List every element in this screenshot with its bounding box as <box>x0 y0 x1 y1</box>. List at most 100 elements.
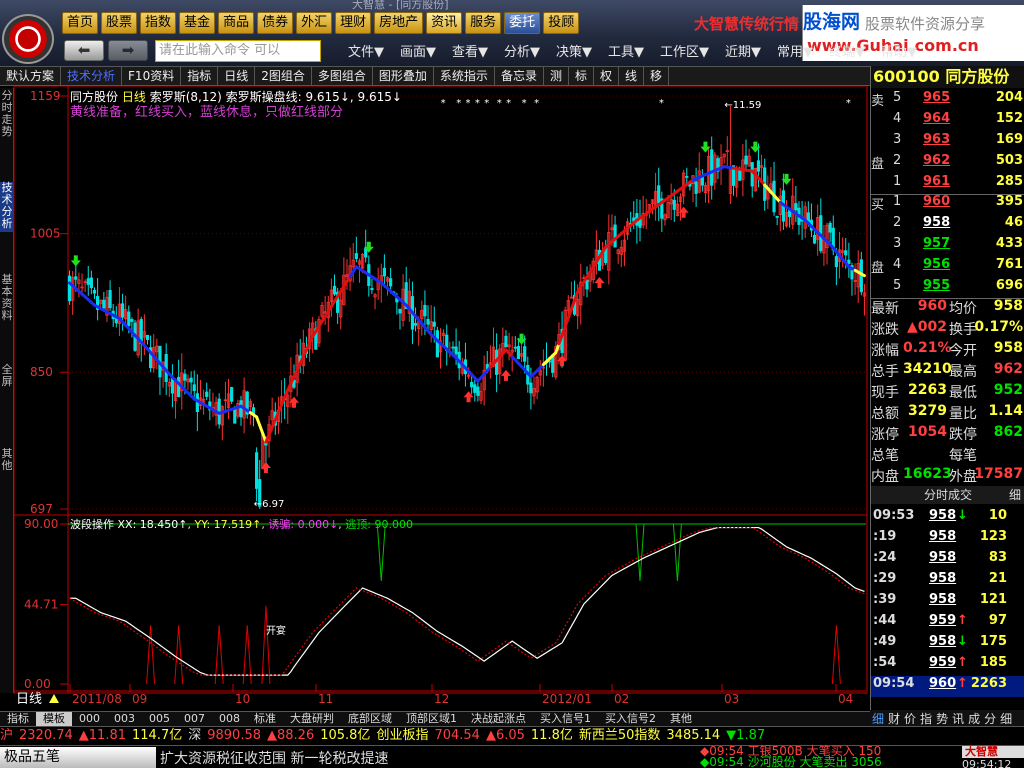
submenu-10[interactable]: 帮助▼ <box>881 41 917 60</box>
stat-value: 17587 <box>974 466 1023 482</box>
orderbook-level: 1 <box>893 174 902 189</box>
menu-0[interactable]: 首页 <box>62 12 99 34</box>
indicator-tab-8[interactable]: 大盘研判 <box>283 712 341 726</box>
toolbar-item-4[interactable]: 日线 <box>218 67 256 85</box>
indicator-tab-2[interactable]: 000 <box>72 712 107 726</box>
candle-body <box>672 199 676 210</box>
indicator-tab-0[interactable]: 指标 <box>0 712 36 726</box>
orderbook-price[interactable]: 963 <box>923 132 950 147</box>
toolbar-item-9[interactable]: 备忘录 <box>495 67 544 85</box>
ticks-fine-button[interactable]: 细 <box>1009 486 1021 504</box>
submenu-7[interactable]: 近期▼ <box>725 41 761 60</box>
menu-3[interactable]: 基金 <box>179 12 216 34</box>
toolbar-item-14[interactable]: 移 <box>644 67 670 85</box>
submenu-2[interactable]: 查看▼ <box>452 41 488 60</box>
menu-9[interactable]: 资讯 <box>426 12 463 34</box>
indicator-tab-7[interactable]: 标准 <box>247 712 283 726</box>
orderbook-row: 卖 5 965 204 <box>871 90 1024 111</box>
menu-2[interactable]: 指数 <box>140 12 177 34</box>
orderbook-price[interactable]: 965 <box>923 90 950 105</box>
menu-12[interactable]: 投顾 <box>543 12 580 34</box>
kline-chart[interactable]: 1159 1005 850 697 * * * * * * * * * * * ←11.59 ←6.97 90.0… <box>0 86 870 711</box>
indicator-tabs: 指标 模板 000 003 005 007 008 标准 大盘研判 底部区域 顶部区域1 决战起涨点买… <box>0 711 870 726</box>
quote-tab-0[interactable]: 细 <box>870 710 886 726</box>
orderbook-price[interactable]: 960 <box>923 194 950 209</box>
indicator-tab-12[interactable]: 买入信号1 <box>533 712 598 726</box>
indicator-tab-3[interactable]: 003 <box>107 712 142 726</box>
orderbook-price[interactable]: 964 <box>923 111 950 126</box>
left-tab-4[interactable]: 其他 <box>0 448 14 478</box>
tick-volume: 121 <box>979 592 1007 607</box>
submenu-4[interactable]: 决策▼ <box>556 41 592 60</box>
orderbook-volume: 761 <box>995 257 1023 272</box>
quote-tab-2[interactable]: 价 <box>902 710 918 726</box>
quote-tab-7[interactable]: 分 <box>982 710 998 726</box>
submenu-5[interactable]: 工具▼ <box>608 41 644 60</box>
app-logo-icon[interactable] <box>2 14 54 64</box>
candle-body <box>92 289 97 294</box>
menu-10[interactable]: 服务 <box>465 12 502 34</box>
orderbook-price[interactable]: 955 <box>923 278 950 293</box>
indicator-tab-6[interactable]: 008 <box>212 712 247 726</box>
menu-1[interactable]: 股票 <box>101 12 138 34</box>
orderbook-price[interactable]: 956 <box>923 257 950 272</box>
toolbar-item-12[interactable]: 权 <box>594 67 619 85</box>
forward-arrow-icon[interactable]: ➡ <box>108 40 148 61</box>
stock-code-name[interactable]: 600100 同方股份 <box>871 66 1024 88</box>
indicator-tab-5[interactable]: 007 <box>177 712 212 726</box>
toolbar-item-6[interactable]: 多图组合 <box>312 67 373 85</box>
menu-4[interactable]: 商品 <box>218 12 255 34</box>
news-headline[interactable]: 扩大资源税征收范围 新一轮税改提速 <box>160 748 388 768</box>
menu-5[interactable]: 债券 <box>257 12 294 34</box>
orderbook-price[interactable]: 961 <box>923 174 950 189</box>
command-input[interactable]: 请在此输入命令 可以 <box>155 40 321 62</box>
indicator-tab-1[interactable]: 模板 <box>36 712 72 726</box>
indicator-tab-10[interactable]: 顶部区域1 <box>399 712 464 726</box>
toolbar-item-10[interactable]: 测 <box>544 67 569 85</box>
left-tab-3[interactable]: 全屏 <box>0 364 14 400</box>
submenu-0[interactable]: 文件▼ <box>348 41 384 60</box>
toolbar-item-11[interactable]: 标 <box>569 67 594 85</box>
orderbook-price[interactable]: 958 <box>923 215 950 230</box>
watermark-site: 股海网 <box>803 11 861 33</box>
toolbar-item-1[interactable]: 技术分析 <box>61 67 123 85</box>
lure-spike <box>146 625 156 685</box>
menu-11[interactable]: 委托 <box>504 12 541 34</box>
quote-tab-5[interactable]: 讯 <box>950 710 966 726</box>
left-tab-1[interactable]: 技术分析 <box>0 182 14 232</box>
trade-alerts[interactable]: ◆09:54 工银500B 大笔买入 150 ◆09:54 沙河股份 大笔卖出 … <box>700 745 962 768</box>
submenu-8[interactable]: 常用▼ <box>777 41 813 60</box>
quote-tab-1[interactable]: 财 <box>886 710 902 726</box>
submenu-1[interactable]: 画面▼ <box>400 41 436 60</box>
quote-tab-8[interactable]: 细 <box>998 710 1014 726</box>
back-arrow-icon[interactable]: ⬅ <box>64 40 104 61</box>
indicator-tab-4[interactable]: 005 <box>142 712 177 726</box>
input-method-button[interactable]: 极品五笔 <box>0 747 156 768</box>
toolbar-item-3[interactable]: 指标 <box>181 67 219 85</box>
quote-tab-4[interactable]: 势 <box>934 710 950 726</box>
toolbar-item-8[interactable]: 系统指示 <box>434 67 495 85</box>
menu-8[interactable]: 房地产 <box>374 12 424 34</box>
quote-tab-6[interactable]: 成 <box>966 710 982 726</box>
indicator-tab-11[interactable]: 决战起涨点 <box>464 712 533 726</box>
menu-6[interactable]: 外汇 <box>296 12 333 34</box>
quote-tab-3[interactable]: 指 <box>918 710 934 726</box>
toolbar-item-7[interactable]: 图形叠加 <box>373 67 434 85</box>
toolbar-item-0[interactable]: 默认方案 <box>0 67 62 85</box>
toolbar-item-2[interactable]: F10资料 <box>122 67 182 85</box>
left-tab-0[interactable]: 分时走势 <box>0 90 14 142</box>
toolbar-item-5[interactable]: 2图组合 <box>255 67 312 85</box>
toolbar-item-13[interactable]: 线 <box>619 67 645 85</box>
submenu-6[interactable]: 工作区▼ <box>660 41 709 60</box>
indicator-tab-9[interactable]: 底部区域 <box>341 712 399 726</box>
candle-body <box>844 250 848 256</box>
orderbook-price[interactable]: 962 <box>923 153 950 168</box>
ticker-item: 沪 <box>0 728 14 743</box>
orderbook-price[interactable]: 957 <box>923 236 950 251</box>
submenu-3[interactable]: 分析▼ <box>504 41 540 60</box>
indicator-tab-14[interactable]: 其他 <box>663 712 699 726</box>
indicator-tab-13[interactable]: 买入信号2 <box>598 712 663 726</box>
left-tab-2[interactable]: 基本资料 <box>0 274 14 334</box>
menu-7[interactable]: 理财 <box>335 12 372 34</box>
submenu-9[interactable]: 终端▼ <box>829 41 865 60</box>
